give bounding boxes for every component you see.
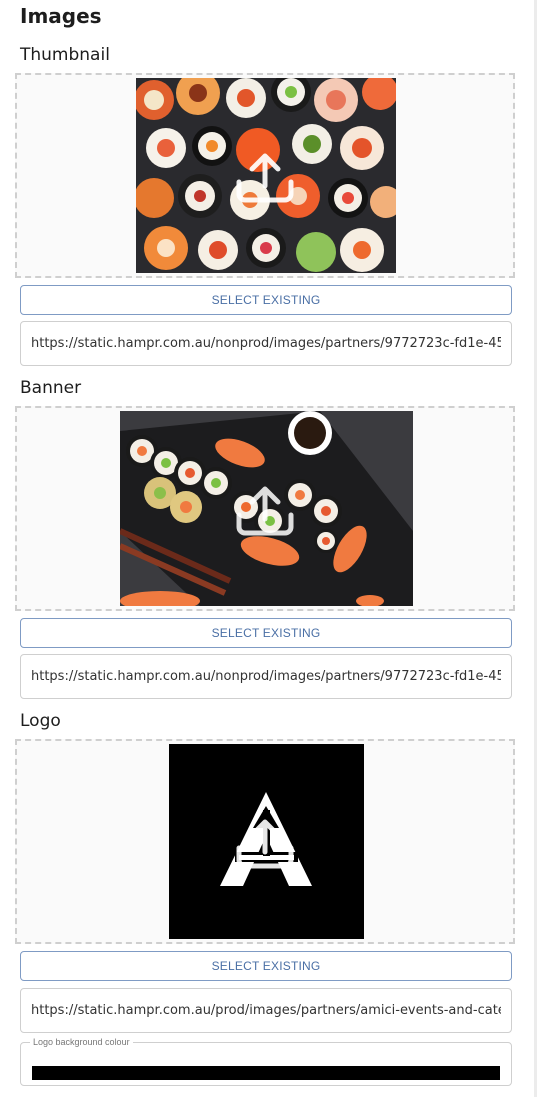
thumbnail-label: Thumbnail (20, 45, 110, 65)
sushi-banner-illustration (120, 411, 413, 606)
logo-dropzone[interactable] (15, 739, 515, 944)
banner-image (120, 411, 413, 606)
logo-label: Logo (20, 711, 61, 731)
banner-label: Banner (20, 378, 82, 398)
logo-image (169, 744, 364, 939)
thumbnail-select-existing-button[interactable]: SELECT EXISTING (20, 285, 512, 315)
thumbnail-url-input[interactable] (20, 321, 512, 366)
thumbnail-dropzone[interactable] (15, 73, 515, 278)
logo-select-existing-button[interactable]: SELECT EXISTING (20, 951, 512, 981)
banner-dropzone[interactable] (15, 406, 515, 611)
banner-select-existing-button[interactable]: SELECT EXISTING (20, 618, 512, 648)
letter-a-logo (220, 792, 312, 886)
thumbnail-image (136, 78, 396, 273)
sushi-thumbnail-illustration (136, 78, 396, 273)
logo-background-colour-label: Logo background colour (33, 1037, 130, 1047)
section-title: Images (20, 4, 102, 28)
logo-background-colour-swatch[interactable] (32, 1066, 500, 1080)
logo-url-input[interactable] (20, 988, 512, 1033)
banner-url-input[interactable] (20, 654, 512, 699)
logo-background-colour-field: Logo background colour (20, 1037, 512, 1086)
